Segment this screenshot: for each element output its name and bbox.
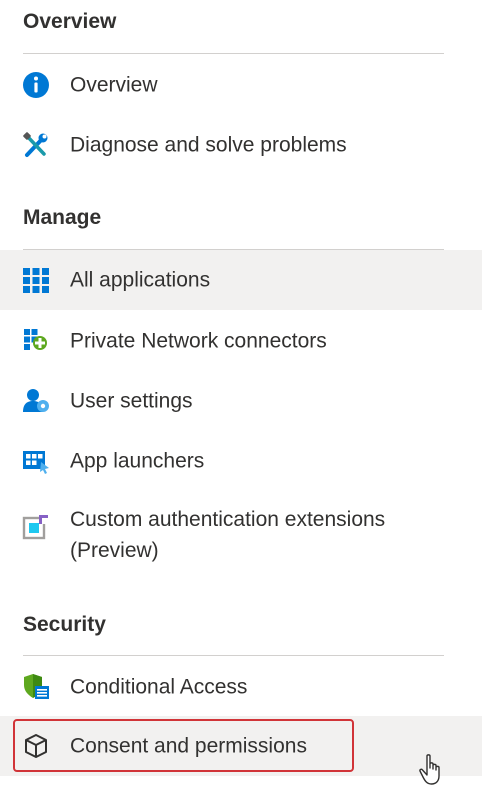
nav-item-all-applications[interactable]: All applications — [0, 250, 482, 310]
info-icon — [23, 72, 49, 98]
divider-security — [23, 655, 444, 656]
wrench-screwdriver-icon — [23, 132, 48, 157]
custom-extension-icon — [22, 515, 48, 540]
section-header-overview: Overview — [23, 10, 117, 33]
network-connector-icon — [24, 329, 47, 350]
app-grid-icon — [23, 268, 49, 293]
hand-pointer-cursor-icon — [419, 754, 440, 785]
section-header-security: Security — [23, 613, 106, 636]
nav-item-overview[interactable]: Overview — [0, 55, 482, 115]
shield-policy-icon — [24, 674, 49, 699]
section-header-manage: Manage — [23, 206, 102, 229]
nav-item-label: Diagnose and solve problems — [70, 133, 347, 157]
nav-item-label: Overview — [70, 73, 158, 97]
user-gear-icon — [23, 389, 49, 412]
nav-item-custom-authentication-extensions[interactable]: Custom authentication extensions (Previe… — [0, 492, 482, 582]
nav-item-user-settings[interactable]: User settings — [0, 371, 482, 431]
nav-item-private-network-connectors[interactable]: Private Network connectors — [0, 311, 482, 371]
nav-item-diagnose[interactable]: Diagnose and solve problems — [0, 115, 482, 175]
nav-item-label: Conditional Access — [70, 675, 248, 699]
divider-overview — [23, 53, 444, 54]
nav-item-label: User settings — [70, 389, 193, 413]
app-launcher-icon — [23, 451, 49, 474]
nav-item-conditional-access[interactable]: Conditional Access — [0, 657, 482, 717]
nav-item-label: Custom authentication extensions (Previe… — [70, 508, 386, 562]
nav-item-label: All applications — [70, 268, 211, 292]
highlight-box — [13, 719, 354, 772]
nav-item-app-launchers[interactable]: App launchers — [0, 431, 482, 491]
nav-item-label: App launchers — [70, 449, 205, 473]
nav-item-label: Private Network connectors — [70, 329, 327, 353]
